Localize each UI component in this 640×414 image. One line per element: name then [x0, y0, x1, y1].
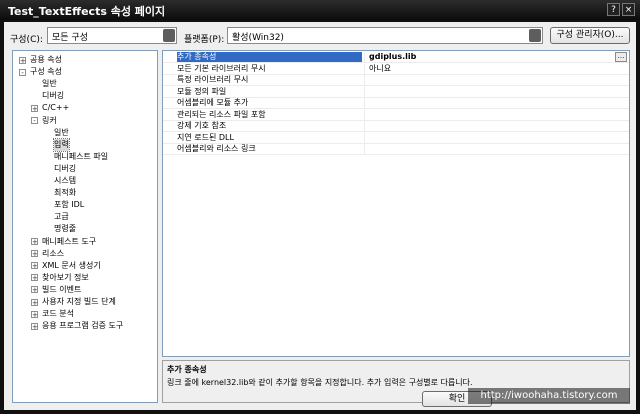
title-bar[interactable]: Test_TextEffects 속성 페이지 ? × [0, 0, 640, 20]
property-row[interactable]: 강제 기호 참조 [163, 121, 629, 132]
tree-item[interactable]: 일반 [42, 78, 57, 90]
tree-item[interactable]: 고급 [54, 211, 69, 223]
tree-item[interactable]: 찾아보기 정보 [42, 272, 89, 284]
ellipsis-button[interactable]: ... [615, 52, 627, 62]
config-combo-value: 모든 구성 [52, 33, 88, 43]
property-name: 지연 로드된 DLL [177, 132, 234, 142]
expand-icon[interactable]: + [19, 56, 26, 64]
tree-item[interactable]: 시스템 [54, 175, 76, 187]
window-title: Test_TextEffects 속성 페이지 [8, 5, 166, 18]
property-value[interactable]: 아니요 [364, 63, 609, 74]
collapse-icon[interactable]: - [19, 68, 26, 76]
dialog-body: 구성(C): 모든 구성 플랫폼(P): 활성(Win32) 구성 관리자(O)… [4, 22, 636, 410]
chevron-down-icon[interactable] [163, 29, 175, 42]
property-name: 어셈블리에 모듈 추가 [177, 98, 249, 107]
expand-icon[interactable]: + [31, 310, 38, 318]
expand-icon[interactable]: + [31, 250, 38, 258]
config-combo[interactable]: 모든 구성 [47, 27, 177, 44]
config-manager-button[interactable]: 구성 관리자(O)... [550, 27, 630, 44]
tree-item[interactable]: 리소스 [42, 248, 64, 260]
tree-item[interactable]: 응용 프로그램 검증 도구 [42, 320, 123, 332]
tree-item[interactable]: 일반 [54, 127, 69, 139]
property-value[interactable] [364, 75, 609, 85]
property-value[interactable]: gdiplus.lib [364, 52, 609, 62]
tree-item[interactable]: XML 문서 생성기 [42, 260, 101, 272]
category-tree[interactable]: + 공용 속성 - 구성 속성 일반 디버깅 + C/C++ - 링커 일반 입력 매니페스트 파일 디버… [12, 50, 158, 403]
tree-item[interactable]: 링커 [42, 115, 57, 127]
property-name: 추가 종속성 [177, 52, 362, 62]
property-row[interactable]: 모듈 정의 파일 [163, 86, 629, 98]
property-value[interactable] [364, 121, 609, 131]
property-row[interactable]: 어셈블리에 모듈 추가 [163, 98, 629, 109]
tree-item[interactable]: 디버깅 [54, 163, 76, 175]
description-title: 추가 종속성 [167, 365, 207, 374]
tree-item[interactable]: 최적화 [54, 187, 76, 199]
platform-label: 플랫폼(P): [184, 35, 225, 45]
property-name: 모든 기본 라이브러리 무시 [177, 63, 266, 73]
property-value[interactable] [364, 86, 609, 97]
property-row[interactable]: 관리되는 리소스 파일 포함 [163, 109, 629, 121]
tree-item[interactable]: 매니페스트 파일 [54, 151, 108, 163]
property-row[interactable]: 모든 기본 라이브러리 무시 아니요 [163, 63, 629, 75]
property-name: 특정 라이브러리 무시 [177, 75, 249, 84]
description-text: 링크 줄에 kernel32.lib와 같이 추가할 항목을 지정합니다. 추가… [167, 378, 473, 387]
property-name: 어셈블리와 리소스 링크 [177, 144, 256, 153]
tree-item[interactable]: 공용 속성 [30, 54, 62, 66]
tree-item[interactable]: 입력 [53, 137, 70, 152]
property-row[interactable]: 추가 종속성 gdiplus.lib... [163, 52, 629, 63]
property-value[interactable] [364, 132, 609, 143]
platform-combo[interactable]: 활성(Win32) [227, 27, 543, 44]
expand-icon[interactable]: + [31, 104, 38, 112]
tree-item[interactable]: 코드 분석 [42, 308, 74, 320]
properties-window: Test_TextEffects 속성 페이지 ? × 구성(C): 모든 구성… [0, 0, 640, 414]
property-grid[interactable]: 추가 종속성 gdiplus.lib... 모든 기본 라이브러리 무시 아니요 특정 … [162, 50, 630, 357]
tree-item[interactable]: 빌드 이벤트 [42, 284, 81, 296]
property-value[interactable] [364, 144, 609, 154]
collapse-icon[interactable]: - [31, 117, 38, 125]
config-label: 구성(C): [10, 35, 43, 45]
property-row[interactable]: 어셈블리와 리소스 링크 [163, 144, 629, 155]
help-icon[interactable]: ? [607, 3, 620, 16]
watermark-text: http://iwoohaha.tistory.com [468, 388, 630, 404]
property-value[interactable] [364, 109, 609, 120]
expand-icon[interactable]: + [31, 262, 38, 270]
chevron-down-icon[interactable] [529, 29, 541, 42]
expand-icon[interactable]: + [31, 322, 38, 330]
expand-icon[interactable]: + [31, 298, 38, 306]
tree-item[interactable]: 포함 IDL [54, 199, 84, 211]
property-name: 관리되는 리소스 파일 포함 [177, 109, 266, 119]
property-row[interactable]: 특정 라이브러리 무시 [163, 75, 629, 86]
tree-item[interactable]: 매니페스트 도구 [42, 236, 96, 248]
tree-item[interactable]: 디버깅 [42, 90, 64, 102]
tree-item[interactable]: 명령줄 [54, 223, 76, 235]
tree-item[interactable]: 사용자 지정 빌드 단계 [42, 296, 116, 308]
tree-item[interactable]: C/C++ [42, 102, 69, 114]
tree-item[interactable]: 구성 속성 [30, 66, 62, 78]
platform-combo-value: 활성(Win32) [232, 33, 284, 43]
property-row[interactable]: 지연 로드된 DLL [163, 132, 629, 144]
expand-icon[interactable]: + [31, 274, 38, 282]
expand-icon[interactable]: + [31, 238, 38, 246]
property-name: 강제 기호 참조 [177, 121, 227, 130]
close-icon[interactable]: × [622, 3, 635, 16]
property-name: 모듈 정의 파일 [177, 86, 227, 96]
expand-icon[interactable]: + [31, 286, 38, 294]
property-value[interactable] [364, 98, 609, 108]
